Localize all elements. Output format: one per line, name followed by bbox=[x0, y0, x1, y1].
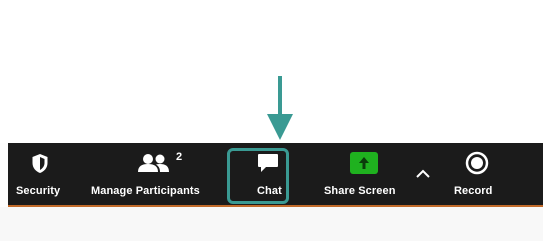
annotation-arrow bbox=[267, 76, 293, 140]
record-icon bbox=[465, 151, 489, 175]
chevron-up-icon bbox=[415, 161, 431, 185]
record-button[interactable]: Record bbox=[448, 143, 508, 205]
meeting-toolbar: Security 2 Manage Participants Chat Shar… bbox=[8, 143, 543, 207]
share-screen-box bbox=[350, 152, 378, 174]
share-screen-icon bbox=[349, 151, 379, 175]
chat-label: Chat bbox=[257, 185, 282, 197]
security-button[interactable]: Security bbox=[8, 143, 72, 205]
share-screen-button[interactable]: Share Screen bbox=[321, 143, 411, 205]
participant-count: 2 bbox=[176, 151, 183, 163]
participants-icon bbox=[136, 151, 172, 175]
manage-participants-label: Manage Participants bbox=[91, 185, 200, 197]
chat-button[interactable]: Chat bbox=[234, 143, 300, 205]
page-bottom bbox=[0, 207, 543, 241]
security-label: Security bbox=[16, 185, 61, 197]
chat-icon bbox=[257, 151, 279, 175]
manage-participants-button[interactable]: 2 Manage Participants bbox=[86, 143, 226, 205]
share-screen-label: Share Screen bbox=[324, 185, 396, 197]
record-label: Record bbox=[454, 185, 493, 197]
shield-icon bbox=[30, 151, 50, 175]
share-options-button[interactable] bbox=[412, 143, 434, 205]
